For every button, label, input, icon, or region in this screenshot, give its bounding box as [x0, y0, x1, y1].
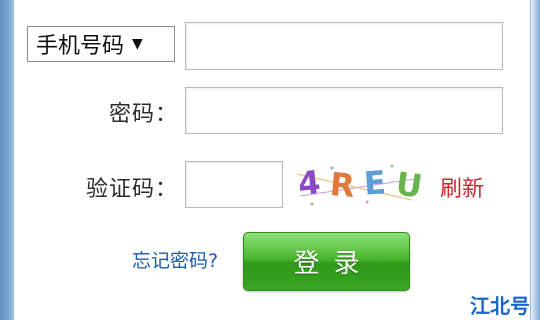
captcha-char: E: [362, 163, 388, 203]
captcha-image[interactable]: 4 R E U: [292, 160, 432, 208]
captcha-char: 4: [296, 162, 323, 204]
account-type-select[interactable]: 手机号码 ▼: [27, 26, 175, 62]
captcha-char: R: [328, 164, 357, 206]
account-type-value: 手机号码: [36, 34, 125, 59]
login-button[interactable]: 登录: [243, 232, 410, 291]
captcha-label: 验证码：: [85, 177, 178, 202]
chevron-down-icon: ▼: [132, 36, 143, 52]
password-label: 密码：: [108, 102, 178, 127]
watermark-text: 江北号: [470, 294, 530, 318]
refresh-captcha-link[interactable]: 刷新: [440, 171, 484, 203]
forgot-password-link[interactable]: 忘记密码?: [132, 246, 218, 273]
phone-input[interactable]: [185, 22, 503, 70]
password-input[interactable]: [185, 87, 503, 134]
window-edge: [531, 0, 540, 320]
captcha-char: U: [393, 164, 425, 206]
captcha-input[interactable]: [185, 161, 283, 208]
